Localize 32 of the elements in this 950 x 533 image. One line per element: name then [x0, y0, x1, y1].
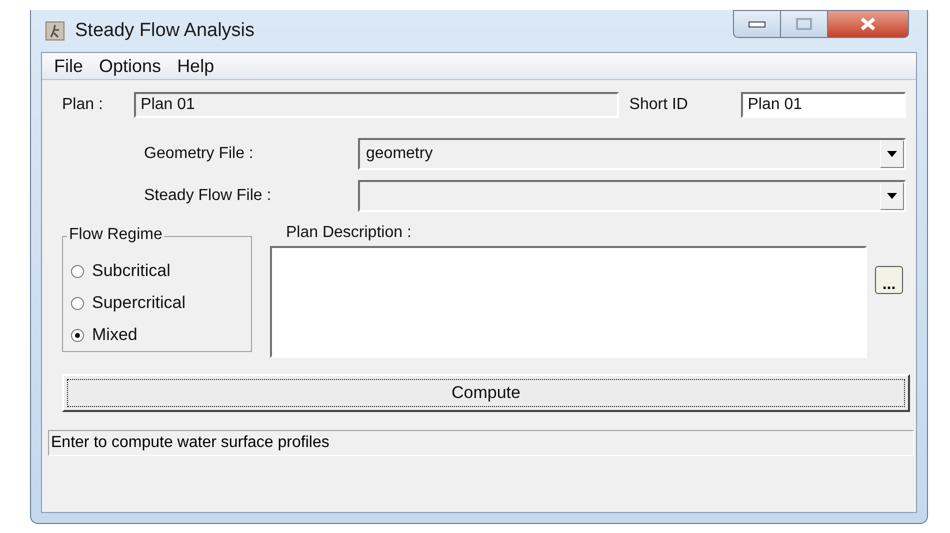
- close-button[interactable]: [828, 10, 909, 38]
- radio-label: Mixed: [92, 325, 138, 345]
- menu-item[interactable]: Help: [169, 56, 222, 76]
- compute-button[interactable]: Compute: [62, 374, 910, 412]
- short-id-field[interactable]: Plan 01: [740, 92, 906, 118]
- dropdown-arrow-icon: [887, 150, 897, 156]
- status-bar: Enter to compute water surface profiles: [48, 430, 914, 456]
- radio-button[interactable]: [71, 328, 84, 342]
- radio-button[interactable]: [71, 296, 84, 310]
- plan-description-label: Plan Description :: [286, 224, 412, 242]
- maximize-icon: [796, 18, 812, 30]
- menu-item[interactable]: File: [46, 56, 92, 76]
- geometry-file-label: Geometry File :: [143, 145, 254, 163]
- app-icon: [45, 21, 65, 41]
- steady-flow-file-dropdown[interactable]: [358, 180, 906, 212]
- dropdown-arrow-icon: [887, 192, 897, 198]
- minimize-icon: [748, 20, 766, 28]
- window-title: Steady Flow Analysis: [75, 20, 255, 42]
- radio-label: Subcritical: [92, 261, 170, 281]
- radio-label: Supercritical: [92, 293, 186, 313]
- radio-button[interactable]: [71, 264, 84, 278]
- menu-item[interactable]: Options: [91, 56, 170, 76]
- plan-label: Plan :: [62, 96, 104, 114]
- geometry-file-dropdown[interactable]: geometry: [358, 138, 906, 170]
- group-title: Flow Regime: [67, 226, 164, 244]
- short-id-label: Short ID: [629, 96, 689, 114]
- browse-button[interactable]: ...: [875, 266, 903, 294]
- description-textarea[interactable]: [270, 246, 867, 358]
- close-icon: [860, 17, 876, 31]
- steady-flow-file-label: Steady Flow File :: [143, 187, 272, 205]
- maximize-button[interactable]: [780, 10, 828, 38]
- minimize-button[interactable]: [733, 10, 780, 38]
